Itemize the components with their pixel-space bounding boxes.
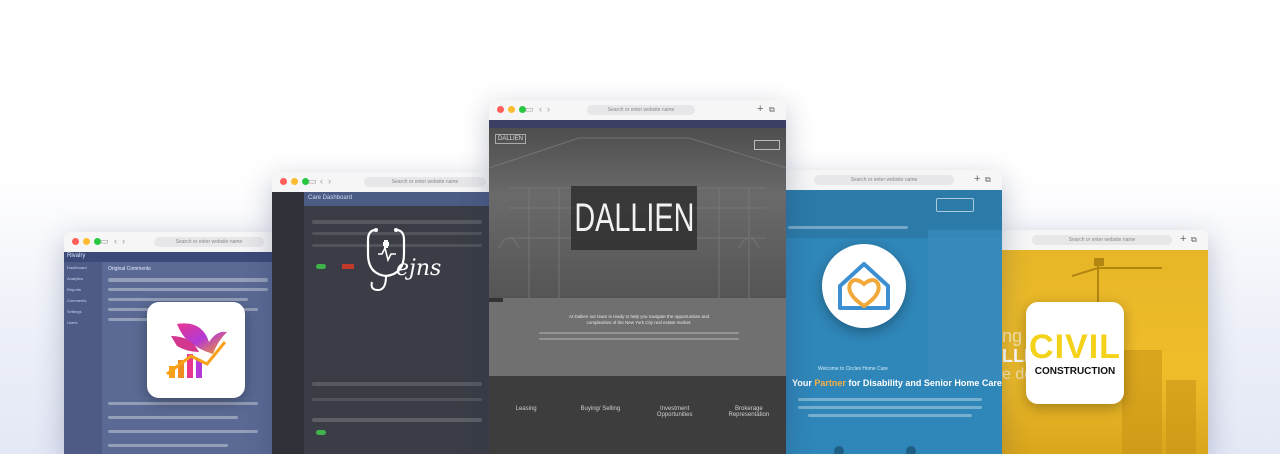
- browser-chrome: ▭ ‹ › Search or enter website name: [64, 232, 284, 253]
- address-bar[interactable]: Search or enter website name: [154, 237, 264, 247]
- sidebar-item[interactable]: Reports: [64, 284, 102, 295]
- logo-tile-civil: CIVIL CONSTRUCTION: [1026, 302, 1124, 404]
- sidebar-toggle-icon[interactable]: ▭: [100, 236, 109, 247]
- logo-tile-phoenix: [147, 302, 245, 398]
- browser-chrome: Search or enter website name + ⧉: [778, 170, 1002, 191]
- civil-logo-word: CIVIL: [1029, 327, 1121, 366]
- small-brand-logo: DALLIEN: [495, 134, 527, 144]
- medical-logo-text: ejns: [396, 256, 442, 281]
- construction-logo-word: CONSTRUCTION: [1034, 365, 1116, 377]
- house-heart-logo-icon: [838, 262, 890, 310]
- intro-text: At Dallien our team is ready to help you…: [568, 314, 710, 325]
- brand-box: DALLIEN: [571, 186, 697, 250]
- app-header: Care Dashboard: [304, 192, 494, 206]
- hero-headline: Your Partner for Disability and Senior H…: [792, 378, 1002, 388]
- top-strip: [489, 120, 786, 128]
- address-bar[interactable]: Search or enter website name: [587, 105, 695, 115]
- browser-window-dallien: ▭ ‹ › Search or enter website name + ⧉ D…: [489, 100, 786, 454]
- headline-prefix: Your: [792, 378, 812, 388]
- tabs-overview-icon[interactable]: ⧉: [1191, 235, 1197, 245]
- section-marker: [489, 298, 503, 302]
- back-icon[interactable]: ‹: [114, 236, 117, 246]
- tabs-overview-icon[interactable]: ⧉: [769, 105, 775, 115]
- close-dot[interactable]: [72, 238, 79, 245]
- minimize-dot[interactable]: [83, 238, 90, 245]
- minimize-dot[interactable]: [291, 178, 298, 185]
- logo-circle-homecare: [822, 244, 906, 328]
- sidebar-item[interactable]: Comments: [64, 295, 102, 306]
- toggle-switch[interactable]: [316, 430, 326, 435]
- dallien-content: DALLIEN DALLIEN At Dallien our team is r…: [489, 120, 786, 454]
- app-sidebar: [272, 192, 304, 454]
- service-link[interactable]: Leasing: [496, 406, 556, 418]
- contact-icon[interactable]: [906, 446, 916, 454]
- new-tab-icon[interactable]: +: [974, 173, 980, 185]
- back-icon[interactable]: ‹: [539, 104, 542, 114]
- page-title: Original Comments: [108, 266, 151, 272]
- page-title: Care Dashboard: [308, 195, 353, 201]
- service-link[interactable]: Investment Opportunities: [645, 406, 705, 418]
- app-name: Rivalry: [67, 253, 86, 259]
- sidebar-item[interactable]: Analytics: [64, 273, 102, 284]
- new-tab-icon[interactable]: +: [757, 103, 763, 115]
- browser-chrome: Search or enter website name + ⧉: [1002, 230, 1208, 251]
- sidebar-item[interactable]: Settings: [64, 306, 102, 317]
- minimize-dot[interactable]: [508, 106, 515, 113]
- service-link[interactable]: Brokerage Representation: [719, 406, 779, 418]
- app-topbar: Rivalry: [64, 252, 284, 262]
- phoenix-chart-logo-icon: [166, 323, 227, 378]
- hero-photo: [928, 230, 1002, 380]
- hero-architecture: DALLIEN DALLIEN: [489, 128, 786, 298]
- contact-icon[interactable]: [834, 446, 844, 454]
- browser-window-civil: Search or enter website name + ⧉ ng LLEN…: [1002, 230, 1208, 454]
- services-section: Leasing Buying/ Selling Investment Opportu…: [489, 376, 786, 454]
- sidebar-item[interactable]: Users: [64, 317, 102, 328]
- address-bar[interactable]: Search or enter website name: [1032, 235, 1172, 245]
- close-dot[interactable]: [497, 106, 504, 113]
- forward-icon[interactable]: ›: [328, 176, 331, 186]
- service-link[interactable]: Buying/ Selling: [570, 406, 630, 418]
- browser-window-medical: ▭ ‹ › Search or enter website name Care …: [272, 172, 494, 454]
- headline-suffix: for Disability and Senior Home Care: [848, 378, 1002, 388]
- address-bar[interactable]: Search or enter website name: [364, 177, 486, 187]
- address-bar[interactable]: Search or enter website name: [814, 175, 954, 185]
- browser-chrome: ▭ ‹ › Search or enter website name + ⧉: [489, 100, 786, 121]
- sidebar-item[interactable]: Dashboard: [64, 262, 102, 273]
- welcome-text: Welcome to Circles Home Care: [818, 366, 888, 372]
- delete-button[interactable]: [342, 264, 354, 269]
- close-dot[interactable]: [280, 178, 287, 185]
- back-icon[interactable]: ‹: [320, 176, 323, 186]
- services-row: Leasing Buying/ Selling Investment Opportu…: [489, 406, 786, 418]
- sidebar-toggle-icon[interactable]: ▭: [525, 104, 534, 115]
- sidebar-toggle-icon[interactable]: ▭: [308, 176, 317, 187]
- tabs-overview-icon[interactable]: ⧉: [985, 175, 991, 185]
- hero-text-fragment-1: ng: [1002, 326, 1023, 346]
- browser-window-dashboard: ▭ ‹ › Search or enter website name Rival…: [64, 232, 284, 454]
- toggle-switch[interactable]: [316, 264, 326, 269]
- brand-title: DALLIEN: [573, 195, 695, 240]
- new-tab-icon[interactable]: +: [1180, 233, 1186, 245]
- forward-icon[interactable]: ›: [547, 104, 550, 114]
- browser-window-homecare: Search or enter website name + ⧉ Welcome…: [778, 170, 1002, 454]
- forward-icon[interactable]: ›: [122, 236, 125, 246]
- intro-section: At Dallien our team is ready to help you…: [489, 298, 786, 376]
- headline-accent: Partner: [814, 378, 846, 388]
- browser-chrome: ▭ ‹ › Search or enter website name: [272, 172, 494, 193]
- header-cta-button[interactable]: [936, 198, 974, 212]
- header-button[interactable]: [754, 140, 780, 150]
- app-sidebar: Dashboard Analytics Reports Comments Setting…: [64, 262, 102, 454]
